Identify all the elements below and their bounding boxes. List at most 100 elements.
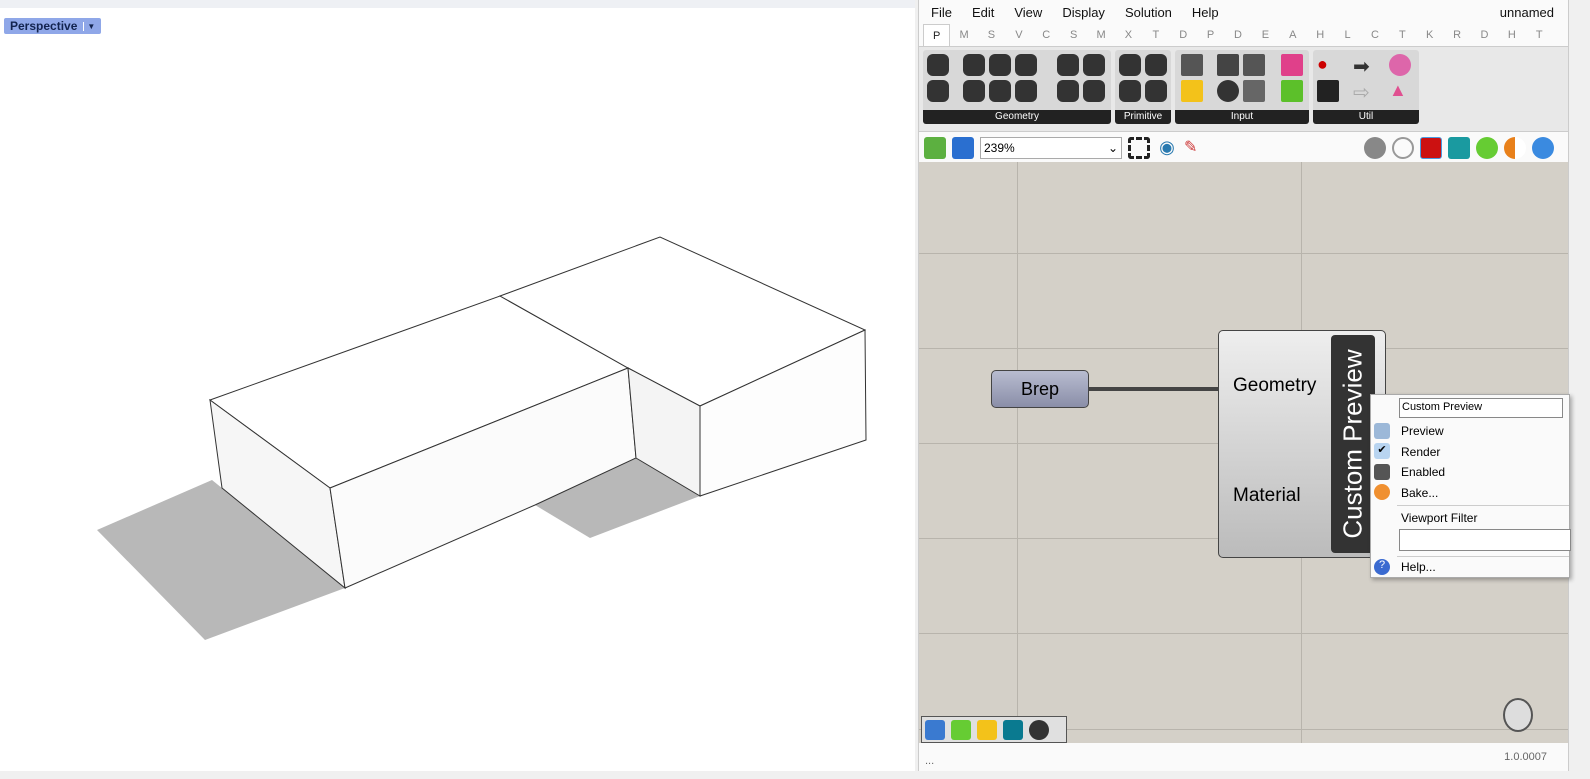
name-field[interactable]: Custom Preview <box>1399 398 1563 418</box>
python-icon[interactable] <box>925 720 945 740</box>
menu-edit[interactable]: Edit <box>972 5 994 20</box>
menu-item-help[interactable]: Help... <box>1401 560 1436 574</box>
tab-r[interactable]: R <box>1443 29 1470 41</box>
preview-shaded-icon[interactable] <box>1364 137 1386 159</box>
component-icon[interactable] <box>1083 54 1105 76</box>
tab-c[interactable]: C <box>1033 29 1060 41</box>
dropdown-icon[interactable]: ▼ <box>83 21 95 31</box>
brep-param-node[interactable]: Brep <box>991 370 1089 408</box>
tab-e[interactable]: E <box>1252 29 1279 41</box>
component-icon[interactable] <box>1504 137 1526 159</box>
tab-v[interactable]: V <box>1005 29 1032 41</box>
group-label[interactable]: Util <box>1313 110 1419 124</box>
tab-d[interactable]: D <box>1471 29 1498 41</box>
tab-s[interactable]: S <box>978 29 1005 41</box>
tab-k[interactable]: K <box>1416 29 1443 41</box>
tab-p[interactable]: P <box>923 24 951 46</box>
tab-m[interactable]: M <box>950 29 977 41</box>
menu-solution[interactable]: Solution <box>1125 5 1172 20</box>
navigation-compass-icon[interactable] <box>1503 698 1533 732</box>
arrow-outline-icon[interactable]: ⇨ <box>1353 80 1375 104</box>
component-icon[interactable] <box>1281 80 1303 102</box>
status-text: ... <box>925 755 935 767</box>
component-icon[interactable] <box>1389 54 1411 76</box>
open-icon[interactable] <box>924 137 946 159</box>
menu-file[interactable]: File <box>931 5 952 20</box>
component-icon[interactable] <box>927 54 949 76</box>
zoom-extents-icon[interactable] <box>1128 137 1150 159</box>
tab-l[interactable]: L <box>1334 29 1361 41</box>
component-icon[interactable] <box>1015 54 1037 76</box>
component-icon[interactable] <box>927 80 949 102</box>
component-icon[interactable] <box>1057 54 1079 76</box>
tab-t[interactable]: T <box>1142 29 1169 41</box>
component-icon[interactable] <box>1281 54 1303 76</box>
menu-item-render[interactable]: Render <box>1401 445 1440 459</box>
menu-view[interactable]: View <box>1014 5 1042 20</box>
component-icon[interactable] <box>1003 720 1023 740</box>
tree-icon[interactable] <box>1317 80 1339 102</box>
component-icon[interactable] <box>1217 80 1239 102</box>
sphere-icon[interactable] <box>1532 137 1554 159</box>
preview-selected-icon[interactable] <box>1420 137 1442 159</box>
component-icon[interactable] <box>1145 54 1167 76</box>
rhino-viewport[interactable]: Perspective ▼ <box>0 0 915 771</box>
viewport-tab[interactable]: Perspective ▼ <box>4 18 102 34</box>
tab-d[interactable]: D <box>1224 29 1251 41</box>
arrow-icon[interactable]: ➡ <box>1353 54 1375 78</box>
tab-h[interactable]: H <box>1306 29 1333 41</box>
save-icon[interactable] <box>952 137 974 159</box>
component-icon[interactable] <box>963 80 985 102</box>
component-icon[interactable] <box>1243 80 1265 102</box>
component-icon[interactable] <box>1083 80 1105 102</box>
tab-a[interactable]: A <box>1279 29 1306 41</box>
group-label[interactable]: Input <box>1175 110 1309 124</box>
tab-x[interactable]: X <box>1115 29 1142 41</box>
menu-item-enabled[interactable]: Enabled <box>1401 465 1445 479</box>
sketch-icon[interactable]: ✎ <box>1184 137 1206 159</box>
component-icon[interactable] <box>1448 137 1470 159</box>
component-icon[interactable] <box>1476 137 1498 159</box>
component-icon[interactable] <box>1217 54 1239 76</box>
input-geometry[interactable]: Geometry <box>1233 375 1316 397</box>
node-title: Custom Preview <box>1337 349 1368 539</box>
menu-display[interactable]: Display <box>1062 5 1105 20</box>
tab-c[interactable]: C <box>1361 29 1388 41</box>
tab-t[interactable]: T <box>1389 29 1416 41</box>
node-title-strip: Custom Preview <box>1331 335 1375 553</box>
custom-preview-node[interactable]: Geometry Material Custom Preview <box>1218 330 1386 558</box>
component-icon[interactable] <box>989 54 1011 76</box>
preview-wire-icon[interactable] <box>1392 137 1414 159</box>
tab-d[interactable]: D <box>1170 29 1197 41</box>
group-label[interactable]: Primitive <box>1115 110 1171 124</box>
component-icon[interactable] <box>989 80 1011 102</box>
component-icon[interactable] <box>1181 54 1203 76</box>
menu-item-preview[interactable]: Preview <box>1401 424 1444 438</box>
viewport-filter-input[interactable] <box>1399 529 1571 551</box>
cherry-icon[interactable]: ● <box>1317 54 1339 76</box>
tab-m[interactable]: M <box>1087 29 1114 41</box>
component-icon[interactable] <box>1119 54 1141 76</box>
input-material[interactable]: Material <box>1233 485 1301 507</box>
menu-item-bake[interactable]: Bake... <box>1401 486 1438 500</box>
component-icon[interactable] <box>1057 80 1079 102</box>
component-icon[interactable] <box>1181 80 1203 102</box>
component-icon[interactable] <box>1029 720 1049 740</box>
component-icon[interactable] <box>1015 80 1037 102</box>
eye-icon[interactable]: ◉ <box>1156 137 1178 159</box>
group-label[interactable]: Geometry <box>923 110 1111 124</box>
component-icon[interactable] <box>1145 80 1167 102</box>
component-icon[interactable] <box>1243 54 1265 76</box>
component-icon[interactable] <box>963 54 985 76</box>
zoom-select[interactable]: 239% ⌄ <box>980 137 1122 159</box>
flask-icon[interactable]: ▲ <box>1389 80 1411 102</box>
component-icon[interactable] <box>951 720 971 740</box>
tab-p[interactable]: P <box>1197 29 1224 41</box>
grasshopper-window: File Edit View Display Solution Help unn… <box>918 0 1569 771</box>
tab-t[interactable]: T <box>1526 29 1553 41</box>
tab-h[interactable]: H <box>1498 29 1525 41</box>
component-icon[interactable] <box>977 720 997 740</box>
component-icon[interactable] <box>1119 80 1141 102</box>
menu-help[interactable]: Help <box>1192 5 1219 20</box>
tab-s[interactable]: S <box>1060 29 1087 41</box>
